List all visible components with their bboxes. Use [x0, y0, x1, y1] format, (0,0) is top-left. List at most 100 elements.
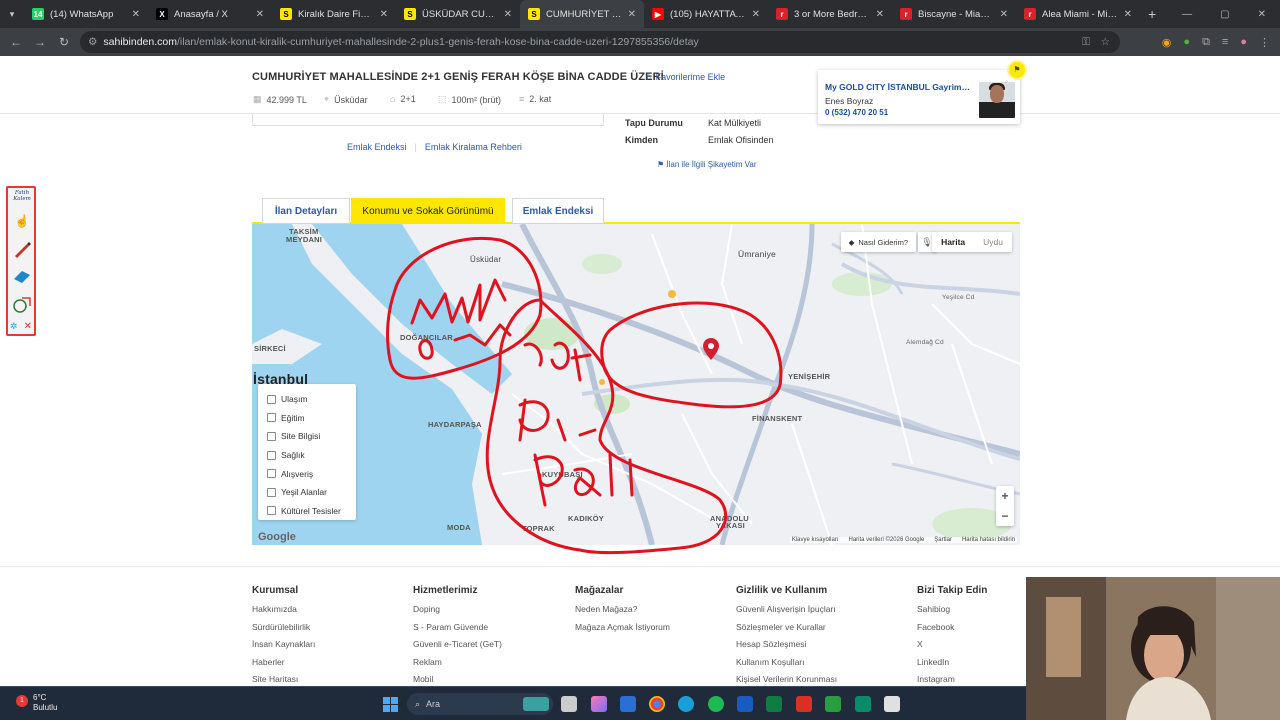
- browser-tab[interactable]: S ÜSKÜDAR CUMHURİYE ✕: [396, 0, 520, 28]
- footer-link[interactable]: Sözleşmeler ve Kurallar: [736, 622, 837, 640]
- reload-icon[interactable]: ↻: [52, 35, 76, 49]
- browser-menu-icon[interactable]: ⋮: [1259, 36, 1270, 49]
- footer-link[interactable]: Site Haritası: [252, 674, 315, 686]
- map[interactable]: TAKSİM MEYDANI SİRKECİ İstanbul Üsküdar …: [252, 224, 1020, 545]
- footer-link[interactable]: Güvenli Alışverişin İpuçları: [736, 604, 837, 622]
- back-icon[interactable]: ←: [4, 35, 28, 49]
- maximize-icon[interactable]: ▢: [1220, 9, 1229, 20]
- edge-icon[interactable]: [678, 696, 694, 712]
- rss-icon[interactable]: ◉: [1162, 36, 1172, 49]
- copilot-icon[interactable]: [591, 696, 607, 712]
- windows-start-icon[interactable]: [383, 697, 398, 712]
- footer-link[interactable]: Mağaza Açmak İstiyorum: [575, 622, 670, 640]
- route-button[interactable]: ◆ Nasıl Giderim?: [840, 232, 916, 252]
- filter-item[interactable]: Kültürel Tesisler: [267, 502, 356, 521]
- footer-link[interactable]: Hakkımızda: [252, 604, 315, 622]
- tab-close-icon[interactable]: ✕: [752, 9, 760, 20]
- excel-icon[interactable]: [766, 696, 782, 712]
- footer-link[interactable]: Mobil: [413, 674, 502, 686]
- checkbox[interactable]: [267, 431, 276, 441]
- keyboard-shortcuts-link[interactable]: Klavye kısayolları: [792, 537, 839, 543]
- bookmark-star-icon[interactable]: ☆: [1101, 36, 1110, 48]
- footer-link[interactable]: Güvenli e-Ticaret (GeT): [413, 639, 502, 657]
- map-type-harita[interactable]: Harita: [932, 237, 974, 247]
- tab-close-icon[interactable]: ✕: [256, 9, 264, 20]
- tab-close-icon[interactable]: ✕: [380, 9, 388, 20]
- grammarly-icon[interactable]: ●: [1183, 36, 1190, 48]
- pen-app-icon[interactable]: [884, 696, 900, 712]
- footer-link[interactable]: Sahibiog: [917, 604, 987, 622]
- tab-konum[interactable]: Konumu ve Sokak Görünümü: [351, 198, 505, 223]
- footer-link[interactable]: Hesap Sözleşmesi: [736, 639, 837, 657]
- minimize-icon[interactable]: —: [1182, 9, 1192, 20]
- password-key-icon[interactable]: ⚿: [1082, 36, 1090, 49]
- footer-link[interactable]: Doping: [413, 604, 502, 622]
- forward-icon[interactable]: →: [28, 35, 52, 49]
- kiralama-rehberi-link[interactable]: Emlak Kiralama Rehberi: [425, 142, 522, 152]
- emlak-endeksi-link[interactable]: Emlak Endeksi: [347, 142, 407, 152]
- browser-tab[interactable]: 14 (14) WhatsApp ✕: [24, 0, 148, 28]
- filter-item[interactable]: Ulaşım: [267, 390, 356, 409]
- footer-link[interactable]: Neden Mağaza?: [575, 604, 670, 622]
- toolbar-close-icon[interactable]: ✕: [24, 321, 32, 332]
- tab-close-icon[interactable]: ✕: [1000, 9, 1008, 20]
- agent-card[interactable]: My GOLD CITY İSTANBUL Gayrimenkul Enes B…: [818, 62, 1025, 124]
- checkbox[interactable]: [267, 394, 276, 404]
- footer-link[interactable]: Instagram: [917, 674, 987, 686]
- taskbar-search[interactable]: ⌕ Ara: [407, 693, 553, 715]
- acrobat-icon[interactable]: [796, 696, 812, 712]
- browser-tab[interactable]: ▶ (105) HAYATTAYIM VL ✕: [644, 0, 768, 28]
- agent-phone[interactable]: 0 (532) 470 20 51: [825, 108, 888, 117]
- add-favorites-link[interactable]: ☆ Favorilerime Ekle: [645, 72, 725, 83]
- checkbox[interactable]: [267, 506, 276, 516]
- teams-icon[interactable]: [855, 696, 871, 712]
- chrome-icon[interactable]: [649, 696, 665, 712]
- report-error-link[interactable]: Harita hatası bildirin: [962, 537, 1015, 543]
- weather-widget[interactable]: 1 6°C Bulutlu: [16, 693, 57, 713]
- browser-tab[interactable]: S CUMHURİYET MAHALLE ✕: [520, 0, 644, 28]
- tab-close-icon[interactable]: ✕: [132, 9, 140, 20]
- browser-tab[interactable]: r Alea Miami - Miami, Fl ✕: [1016, 0, 1140, 28]
- pen-icon[interactable]: [11, 238, 33, 260]
- footer-link[interactable]: Reklam: [413, 657, 502, 675]
- browser-tab[interactable]: X Anasayfa / X ✕: [148, 0, 272, 28]
- tab-ilan-detaylari[interactable]: İlan Detayları: [262, 198, 350, 223]
- browser-tab[interactable]: r Biscayne - Miami, FL ✕: [892, 0, 1016, 28]
- filter-item[interactable]: Eğitim: [267, 409, 356, 428]
- footer-link[interactable]: Kişisel Verilerin Korunması: [736, 674, 837, 686]
- filter-item[interactable]: Alışveriş: [267, 464, 356, 483]
- url-bar[interactable]: ⚙ sahibinden.com /ilan/emlak-konut-kiral…: [80, 31, 1120, 53]
- spotify-icon[interactable]: [708, 696, 724, 712]
- pointer-hand-icon[interactable]: ☝: [11, 210, 33, 232]
- footer-link[interactable]: S - Param Güvende: [413, 622, 502, 640]
- footer-link[interactable]: Haberler: [252, 657, 315, 675]
- footer-link[interactable]: X: [917, 639, 987, 657]
- shapes-icon[interactable]: [11, 294, 33, 316]
- zoom-in-icon[interactable]: +: [1001, 489, 1008, 503]
- filter-item[interactable]: Sağlık: [267, 446, 356, 465]
- filter-item[interactable]: Yeşil Alanlar: [267, 483, 356, 502]
- settings-gear-icon[interactable]: ✲: [10, 321, 18, 332]
- checkbox[interactable]: [267, 450, 276, 460]
- tab-close-icon[interactable]: ✕: [1124, 9, 1132, 20]
- tab-close-icon[interactable]: ✕: [504, 9, 512, 20]
- footer-link[interactable]: Kullanım Koşulları: [736, 657, 837, 675]
- media-control-icon[interactable]: ≡: [1222, 36, 1228, 48]
- checkbox[interactable]: [267, 413, 276, 423]
- eraser-icon[interactable]: [11, 266, 33, 288]
- tab-emlak-endeksi[interactable]: Emlak Endeksi: [512, 198, 604, 223]
- media-player-icon[interactable]: [825, 696, 841, 712]
- extensions-puzzle-icon[interactable]: ⧉: [1202, 36, 1210, 49]
- filter-item[interactable]: Site Bilgisi: [267, 427, 356, 446]
- tab-close-icon[interactable]: ✕: [628, 9, 636, 20]
- zoom-out-icon[interactable]: −: [1001, 509, 1008, 523]
- site-info-icon[interactable]: ⚙: [88, 36, 97, 48]
- tab-search-icon[interactable]: ▾: [0, 0, 24, 28]
- checkbox[interactable]: [267, 469, 276, 479]
- browser-tab[interactable]: S Kiralık Daire Fiyatları ✕: [272, 0, 396, 28]
- agent-office-name[interactable]: My GOLD CITY İSTANBUL Gayrimenkul: [825, 82, 970, 92]
- store-icon[interactable]: [620, 696, 636, 712]
- complaint-link[interactable]: ⚑ İlan ile İlgili Şikayetim Var: [657, 160, 757, 169]
- footer-link[interactable]: İnsan Kaynakları: [252, 639, 315, 657]
- profile-avatar-icon[interactable]: ●: [1240, 36, 1247, 48]
